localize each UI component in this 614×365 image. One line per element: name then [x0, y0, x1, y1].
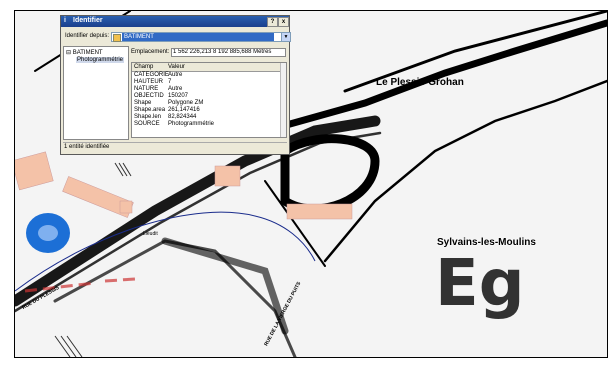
table-row[interactable]: HAUTEUR 7 — [132, 79, 280, 86]
table-row[interactable]: NATURE Autre — [132, 86, 280, 93]
column-header-field[interactable]: Champ — [134, 64, 153, 70]
tree-node-feature[interactable]: Photogrammétrie — [76, 57, 125, 63]
status-bar: 1 entité identifiée — [63, 142, 287, 152]
close-button[interactable]: x — [278, 17, 289, 27]
chevron-down-icon[interactable]: ▼ — [281, 33, 290, 41]
results-tree[interactable]: ⊟ BATIMENT Photogrammétrie — [63, 46, 129, 140]
map-small-label: Lieudit — [143, 231, 158, 237]
identify-from-label: Identifier depuis: — [65, 33, 110, 39]
tree-node-layer[interactable]: ⊟ BATIMENT — [66, 49, 103, 56]
identify-from-value: BATIMENT — [122, 33, 274, 41]
identify-from-row: Identifier depuis: BATIMENT ▼ — [65, 32, 291, 42]
identify-dialog[interactable]: i Identifier ? x Identifier depuis: BATI… — [60, 15, 291, 155]
table-row[interactable]: SOURCE Photogrammétrie — [132, 121, 280, 128]
status-text: 1 entité identifiée — [64, 144, 110, 150]
identify-from-dropdown[interactable]: BATIMENT ▼ — [111, 32, 291, 42]
dialog-titlebar[interactable]: i Identifier ? x — [61, 16, 289, 27]
table-row[interactable]: Shape.area 261,147416 — [132, 107, 280, 114]
big-map-label: Eg — [435, 247, 525, 321]
location-value: 1 562 226,213 8 192 885,688 Mètres — [171, 48, 286, 57]
layer-icon — [113, 34, 121, 42]
table-row[interactable]: OBJECTID 150207 — [132, 93, 280, 100]
screenshot-frame: Le Plessis-Grohan Sylvains-les-Moulins E… — [0, 0, 614, 365]
table-scrollbar[interactable] — [280, 63, 286, 137]
location-label: Emplacement: — [131, 49, 170, 55]
column-header-value[interactable]: Valeur — [168, 64, 185, 70]
place-label-plessis: Le Plessis-Grohan — [376, 77, 464, 88]
dialog-title: Identifier — [73, 17, 103, 24]
info-icon: i — [64, 17, 66, 24]
table-header: Champ Valeur — [132, 63, 280, 72]
help-button[interactable]: ? — [267, 17, 278, 27]
table-row[interactable]: Shape Polygone ZM — [132, 100, 280, 107]
table-row[interactable]: CATEGORIE Autre — [132, 72, 280, 79]
details-pane: Emplacement: 1 562 226,213 8 192 885,688… — [129, 46, 287, 138]
table-row[interactable]: Shape.len 82,824344 — [132, 114, 280, 121]
attributes-table[interactable]: Champ Valeur CATEGORIE Autre HAUTEUR 7 NAT… — [131, 62, 287, 138]
